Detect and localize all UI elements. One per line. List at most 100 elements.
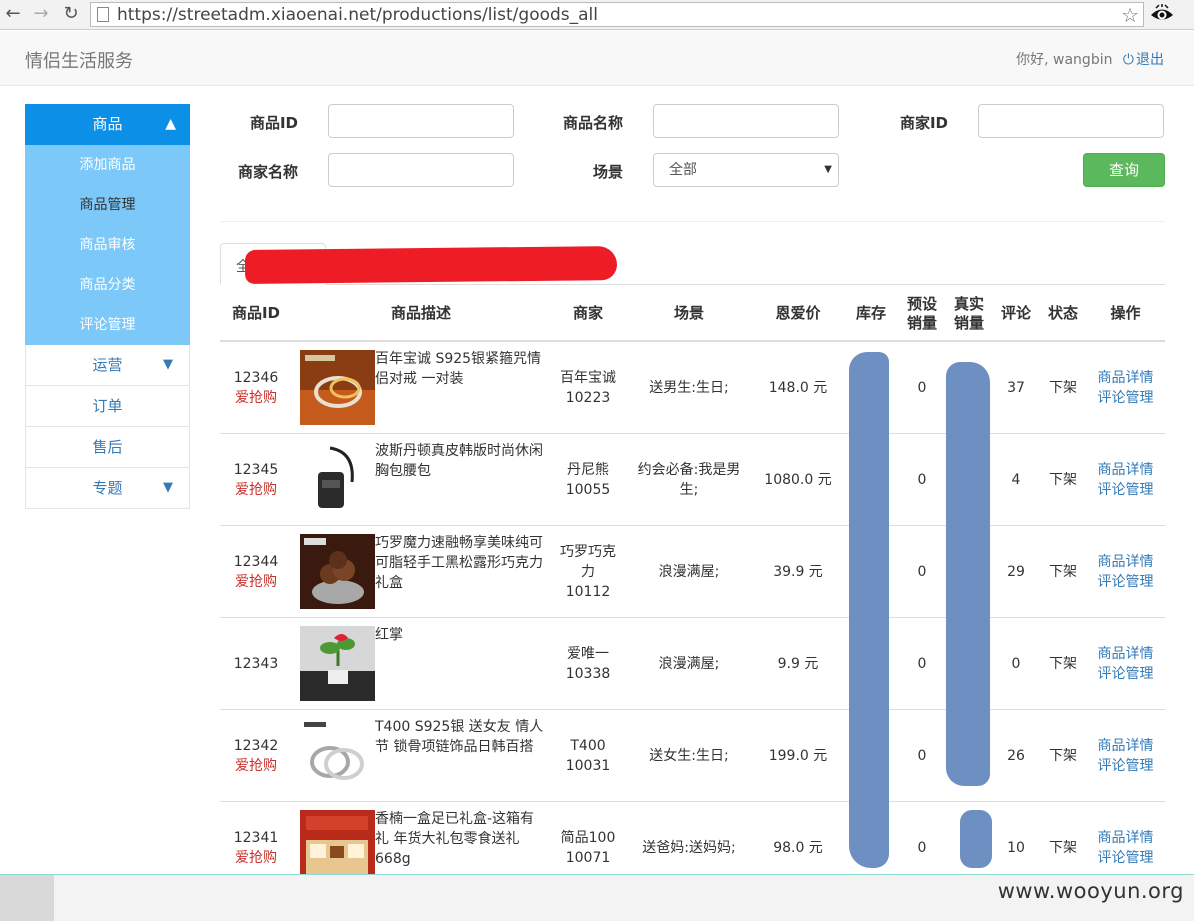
sidebar-item-operation[interactable]: 运营 ▼ [25,345,190,386]
cell-desc: 红掌 [375,627,403,643]
scene-text: 送爸妈:送妈妈; [642,840,736,856]
merchant-name: 百年宝诚 [560,370,616,386]
merchant-id: 10112 [565,584,611,600]
scene-text: 送女生:生日; [649,748,729,764]
cell-goods-id: 12345 爱抢购 [220,434,292,526]
product-thumbnail[interactable] [300,350,375,425]
goods-detail-link[interactable]: 商品详情 [1098,368,1154,388]
goods-detail-link[interactable]: 商品详情 [1098,736,1154,756]
logout-link[interactable]: 退出 [1136,52,1164,68]
cell-presale: 0 [917,472,927,488]
table-row: 12342 爱抢购 T400 S925银 送女友 情人节 锁骨项链饰品日韩百搭 T40… [220,710,1165,802]
goods-detail-link[interactable]: 商品详情 [1098,828,1154,848]
blue-redaction-realsale-bottom [960,810,992,868]
goods-name-label: 商品名称 [562,114,623,132]
sidebar-item-topics[interactable]: 专题 ▼ [25,468,190,509]
cell-scene: 浪漫满屋; [626,526,752,618]
back-arrow-icon[interactable]: ← [2,3,24,25]
product-thumbnail[interactable] [300,534,375,609]
product-thumbnail[interactable] [300,718,375,793]
flash-sale-badge: 爱抢购 [235,574,277,590]
eye-extension-icon[interactable] [1150,4,1174,24]
reload-icon[interactable]: ↻ [60,3,82,25]
query-button[interactable]: 查询 [1083,153,1165,187]
sidebar-head-goods[interactable]: 商品 ▲ [25,104,190,145]
merchant-id: 10055 [565,482,611,498]
merchant-name: T400 [570,738,606,754]
cell-presale: 0 [917,564,927,580]
goods-id-input[interactable] [328,104,514,138]
user-greeting: 你好, wangbin [1016,52,1113,68]
cell-merchant: 巧罗巧克力 10112 [550,526,626,618]
merchant-id: 10071 [565,850,611,866]
forward-arrow-icon[interactable]: → [30,3,52,25]
sidebar-item-orders[interactable]: 订单 [25,386,190,427]
brand-title[interactable]: 情侣生活服务 [25,47,133,73]
cell-merchant: 爱唯一 10338 [550,618,626,710]
address-bar[interactable]: https://streetadm.xiaoenai.net/productio… [90,2,1144,27]
goods-id-text: 12342 [233,738,279,754]
col-header-price: 恩爱价 [775,304,821,322]
product-thumbnail[interactable] [300,442,375,517]
merchant-id-label: 商家ID [899,114,948,132]
cell-status: 下架 [1049,656,1077,672]
cell-scene: 约会必备:我是男生; [626,434,752,526]
cell-operations: 商品详情 评论管理 [1086,618,1165,710]
goods-detail-link[interactable]: 商品详情 [1098,552,1154,572]
col-header-comments: 评论 [1000,304,1031,322]
bookmark-star-icon[interactable]: ☆ [1121,3,1139,27]
scene-label: 场景 [592,163,623,181]
sidebar-item-add-goods[interactable]: 添加商品 [25,145,190,185]
sidebar-item-goods-review[interactable]: 商品审核 [25,225,190,265]
power-icon[interactable]: ⏻ [1123,52,1134,68]
merchant-name: 巧罗巧克力 [560,544,616,580]
col-header-ops: 操作 [1110,304,1141,322]
cell-desc: 巧罗魔力速融畅享美味纯可可脂轻手工黑松露形巧克力礼盒 [375,535,543,591]
cell-comments: 4 [1011,472,1021,488]
goods-id-text: 12343 [233,656,279,672]
sidebar-item-goods-manage[interactable]: 商品管理 [25,185,190,225]
table-row: 12343 红掌 爱唯一 10338 浪漫满屋; 9.9 元 0 0 下架 商品详情 评论管理 [220,618,1165,710]
sidebar-item-aftersale[interactable]: 售后 [25,427,190,468]
comment-manage-link[interactable]: 评论管理 [1098,664,1154,684]
scene-select[interactable]: 全部 ▼ [653,153,839,187]
sidebar-item-goods-category[interactable]: 商品分类 [25,265,190,305]
flash-sale-badge: 爱抢购 [235,482,277,498]
sidebar-head-label: 商品 [92,115,123,133]
product-thumbnail[interactable] [300,626,375,701]
merchant-name: 丹尼熊 [567,462,609,478]
merchant-id: 10338 [565,666,611,682]
merchant-id-input[interactable] [978,104,1164,138]
comment-manage-link[interactable]: 评论管理 [1098,388,1154,408]
merchant-id: 10223 [565,390,611,406]
comment-manage-link[interactable]: 评论管理 [1098,848,1154,868]
cell-price: 9.9 元 [777,656,819,672]
cell-operations: 商品详情 评论管理 [1086,342,1165,434]
flash-sale-badge: 爱抢购 [235,850,277,866]
cell-price: 39.9 元 [773,564,823,580]
cell-merchant: T400 10031 [550,710,626,802]
goods-detail-link[interactable]: 商品详情 [1098,460,1154,480]
col-header-desc: 商品描述 [390,304,451,322]
merchant-name-input[interactable] [328,153,514,187]
comment-manage-link[interactable]: 评论管理 [1098,572,1154,592]
goods-detail-link[interactable]: 商品详情 [1098,644,1154,664]
table-row: 12344 爱抢购 巧罗魔力速融畅享美味纯可可脂轻手工黑松露形巧克力礼盒 巧罗巧克力 1… [220,526,1165,618]
cell-operations: 商品详情 评论管理 [1086,710,1165,802]
goods-name-input[interactable] [653,104,839,138]
sidebar-item-comment-manage[interactable]: 评论管理 [25,305,190,345]
comment-manage-link[interactable]: 评论管理 [1098,480,1154,500]
cell-operations: 商品详情 评论管理 [1086,526,1165,618]
table-row: 12345 爱抢购 波斯丹顿真皮韩版时尚休闲胸包腰包 丹尼熊 10055 约会必备:我是男… [220,434,1165,526]
merchant-name: 爱唯一 [567,646,609,662]
col-header-merchant: 商家 [572,304,603,322]
cell-desc: 百年宝诚 S925银紧箍咒情侣对戒 一对装 [375,351,542,387]
comment-manage-link[interactable]: 评论管理 [1098,756,1154,776]
table-header: 商品ID 商品描述 商家 场景 恩爱价 库存 预设销量 真实销量 评论 状态 操… [220,285,1165,342]
chevron-down-icon: ▼ [163,480,173,495]
cell-merchant: 百年宝诚 10223 [550,342,626,434]
col-header-status: 状态 [1047,304,1078,322]
cell-comments: 26 [1007,748,1025,764]
goods-id-text: 12341 [233,830,279,846]
goods-id-text: 12344 [233,554,279,570]
